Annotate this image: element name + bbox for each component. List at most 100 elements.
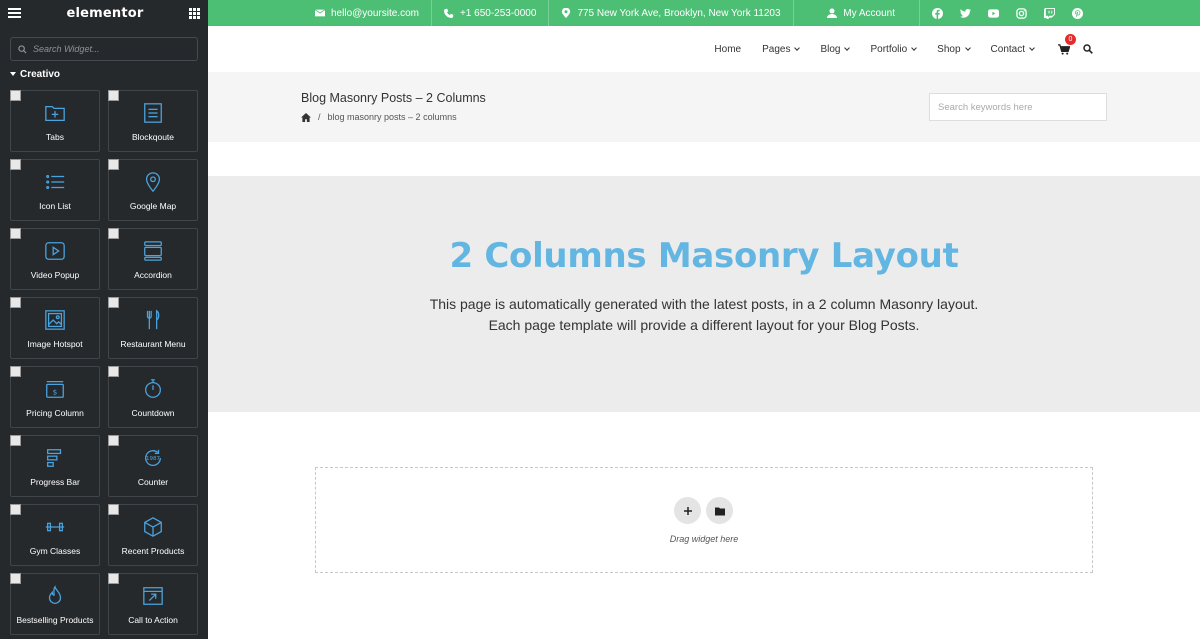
drag-handle[interactable] (10, 366, 21, 377)
user-icon (827, 8, 838, 18)
nav-pages[interactable]: Pages (762, 43, 801, 55)
category-header-creativo[interactable]: Creativo (10, 68, 208, 80)
search-icon (18, 44, 27, 54)
widget-gym-classes[interactable]: Gym Classes (10, 504, 100, 566)
drag-handle[interactable] (10, 297, 21, 308)
nav-blog[interactable]: Blog (820, 43, 851, 55)
nav-label: Blog (820, 43, 841, 55)
drag-handle[interactable] (108, 228, 119, 239)
svg-text:$: $ (53, 388, 58, 397)
page-title: Blog Masonry Posts – 2 Columns (301, 91, 486, 105)
chevron-down-icon (911, 44, 918, 51)
twitch-icon[interactable] (1044, 7, 1055, 19)
top-info-bar: hello@yoursite.com +1 650-253-0000 775 N… (208, 0, 1200, 26)
widget-accordion[interactable]: Accordion (108, 228, 198, 290)
drag-handle[interactable] (10, 504, 21, 515)
drag-handle[interactable] (10, 573, 21, 584)
drag-handle[interactable] (10, 159, 21, 170)
play-button-icon (45, 242, 65, 260)
folder-icon (714, 507, 725, 515)
widget-label: Gym Classes (29, 546, 81, 556)
widget-search-input[interactable] (33, 44, 193, 54)
widget-progress-bar[interactable]: Progress Bar (10, 435, 100, 497)
chevron-down-icon (844, 44, 851, 51)
widget-restaurant-menu[interactable]: Restaurant Menu (108, 297, 198, 359)
site-header: Home Pages Blog Portfolio Shop Contact 0 (208, 26, 1200, 72)
cube-icon (144, 517, 162, 537)
drag-handle[interactable] (108, 297, 119, 308)
topbar-phone[interactable]: +1 650-253-0000 (432, 0, 550, 26)
widget-label: Call to Action (128, 615, 178, 625)
drag-handle[interactable] (10, 90, 21, 101)
dumbbell-icon (45, 522, 65, 532)
drag-handle[interactable] (10, 228, 21, 239)
widget-recent-products[interactable]: Recent Products (108, 504, 198, 566)
widget-drop-zone[interactable]: Drag widget here (315, 467, 1093, 573)
nav-contact[interactable]: Contact (990, 43, 1035, 55)
drag-handle[interactable] (108, 366, 119, 377)
cutlery-icon (146, 309, 160, 330)
widget-bestselling-products[interactable]: Bestselling Products (10, 573, 100, 635)
youtube-icon[interactable] (988, 8, 999, 19)
nav-label: Shop (937, 43, 961, 55)
category-label: Creativo (20, 68, 61, 80)
page-title-bar: Blog Masonry Posts – 2 Columns / blog ma… (208, 72, 1200, 142)
instagram-icon[interactable] (1016, 7, 1027, 19)
nav-portfolio[interactable]: Portfolio (870, 44, 918, 55)
keyword-search-input[interactable] (929, 93, 1107, 121)
widget-counter[interactable]: 1987 Counter (108, 435, 198, 497)
drop-zone-actions (674, 497, 733, 524)
widget-label: Recent Products (121, 546, 185, 556)
drag-handle[interactable] (108, 159, 119, 170)
hero-description: This page is automatically generated wit… (208, 294, 1200, 336)
widget-search-box[interactable] (10, 37, 198, 61)
document-lines-icon (144, 103, 162, 123)
nav-label: Pages (762, 43, 791, 55)
home-icon[interactable] (301, 112, 311, 122)
progress-bar-icon (47, 449, 62, 467)
drag-handle[interactable] (108, 435, 119, 446)
widget-countdown[interactable]: Countdown (108, 366, 198, 428)
email-text: hello@yoursite.com (331, 7, 419, 19)
hero-title: 2 Columns Masonry Layout (449, 236, 959, 276)
menu-icon[interactable] (8, 8, 21, 18)
drag-handle[interactable] (108, 504, 119, 515)
widget-video-popup[interactable]: Video Popup (10, 228, 100, 290)
twitter-icon[interactable] (960, 8, 971, 19)
widget-blockqoute[interactable]: Blockqoute (108, 90, 198, 152)
facebook-icon[interactable] (932, 7, 943, 19)
window-arrow-icon (143, 587, 163, 605)
cart-button[interactable]: 0 (1058, 33, 1076, 55)
nav-label: Contact (990, 43, 1025, 55)
drag-handle[interactable] (10, 435, 21, 446)
shopping-cart-icon (1058, 43, 1070, 55)
location-pin-icon (562, 8, 571, 18)
widget-label: Image Hotspot (27, 339, 83, 349)
widget-icon-list[interactable]: Icon List (10, 159, 100, 221)
add-section-button[interactable] (674, 497, 701, 524)
chevron-down-icon (964, 44, 971, 51)
widget-label: Google Map (129, 201, 177, 211)
add-template-button[interactable] (706, 497, 733, 524)
widget-tabs[interactable]: Tabs (10, 90, 100, 152)
widget-label: Video Popup (30, 270, 80, 280)
list-icon (46, 174, 65, 190)
widget-image-hotspot[interactable]: Image Hotspot (10, 297, 100, 359)
nav-shop[interactable]: Shop (937, 43, 971, 55)
nav-home[interactable]: Home (714, 44, 741, 55)
chevron-down-icon (794, 44, 801, 51)
topbar-email[interactable]: hello@yoursite.com (303, 0, 432, 26)
widgets-grid-icon[interactable] (188, 7, 200, 19)
widget-pricing-column[interactable]: $ Pricing Column (10, 366, 100, 428)
my-account-link[interactable]: My Account (815, 0, 919, 26)
hero-text-line-1: This page is automatically generated wit… (429, 296, 979, 312)
folder-plus-icon (45, 105, 65, 121)
widget-google-map[interactable]: Google Map (108, 159, 198, 221)
stopwatch-icon (145, 379, 161, 398)
widget-label: Restaurant Menu (120, 339, 186, 349)
drag-handle[interactable] (108, 90, 119, 101)
widget-call-to-action[interactable]: Call to Action (108, 573, 198, 635)
header-search-button[interactable] (1083, 44, 1093, 54)
pinterest-icon[interactable] (1072, 7, 1083, 19)
drag-handle[interactable] (108, 573, 119, 584)
